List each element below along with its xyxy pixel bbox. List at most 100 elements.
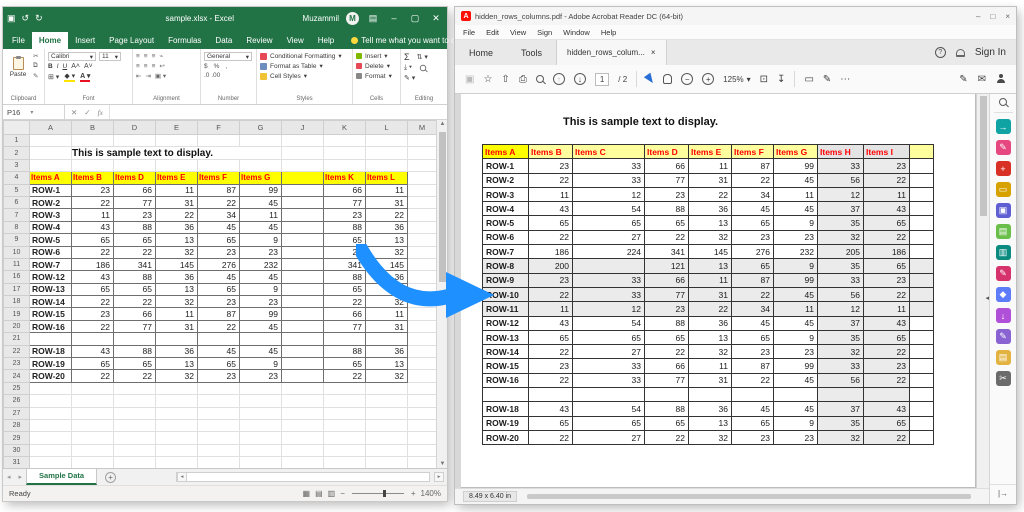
cell[interactable]: 36 bbox=[156, 345, 198, 357]
cell[interactable] bbox=[198, 444, 240, 456]
cell[interactable]: 22 bbox=[72, 196, 114, 208]
cell[interactable] bbox=[408, 258, 437, 270]
cell[interactable] bbox=[240, 419, 282, 431]
fx-icon[interactable]: fx bbox=[98, 108, 103, 117]
column-header[interactable]: B bbox=[72, 121, 114, 135]
cell[interactable] bbox=[240, 395, 282, 407]
cell[interactable]: ROW-14 bbox=[30, 296, 72, 308]
hand-tool-icon[interactable] bbox=[663, 74, 672, 84]
cell[interactable] bbox=[30, 457, 72, 468]
cell[interactable]: 88 bbox=[114, 271, 156, 283]
cell[interactable]: 11 bbox=[156, 184, 198, 196]
cell[interactable] bbox=[114, 395, 156, 407]
cell[interactable] bbox=[408, 283, 437, 295]
cell[interactable] bbox=[282, 407, 324, 419]
cell[interactable] bbox=[30, 444, 72, 456]
cell[interactable]: Items B bbox=[72, 172, 114, 184]
cell[interactable]: 43 bbox=[72, 345, 114, 357]
cell[interactable] bbox=[408, 333, 437, 345]
cell[interactable]: ROW-2 bbox=[30, 196, 72, 208]
cell[interactable]: 23 bbox=[198, 246, 240, 258]
cell[interactable]: 22 bbox=[114, 296, 156, 308]
menu-window[interactable]: Window bbox=[563, 28, 590, 37]
row-header[interactable]: 18 bbox=[4, 296, 30, 308]
cell[interactable] bbox=[408, 246, 437, 258]
undo-icon[interactable]: ↺ bbox=[22, 13, 30, 24]
cell[interactable] bbox=[114, 419, 156, 431]
cell[interactable]: 45 bbox=[240, 221, 282, 233]
cell[interactable] bbox=[366, 419, 408, 431]
page-fit-icon[interactable]: ⊡ bbox=[760, 74, 768, 85]
currency-icon[interactable]: $ bbox=[204, 63, 208, 70]
cell[interactable] bbox=[72, 419, 114, 431]
cell[interactable]: 23 bbox=[240, 246, 282, 258]
row-header[interactable]: 22 bbox=[4, 345, 30, 357]
cell[interactable] bbox=[240, 457, 282, 468]
row-header[interactable]: 10 bbox=[4, 246, 30, 258]
column-header[interactable]: M bbox=[408, 121, 437, 135]
search-icon[interactable] bbox=[536, 75, 544, 83]
page-break-view-icon[interactable]: ▥ bbox=[328, 489, 336, 498]
select-all-corner[interactable] bbox=[4, 121, 30, 135]
align-right-icon[interactable]: ≡ bbox=[152, 63, 156, 70]
page-width-icon[interactable]: ↧ bbox=[777, 74, 785, 85]
cell[interactable] bbox=[72, 444, 114, 456]
cell[interactable] bbox=[72, 395, 114, 407]
cell[interactable] bbox=[156, 135, 198, 147]
cell[interactable]: 88 bbox=[324, 271, 366, 283]
cell[interactable] bbox=[366, 432, 408, 444]
cell[interactable] bbox=[114, 432, 156, 444]
cell[interactable]: Items A bbox=[30, 172, 72, 184]
cell[interactable]: ROW-20 bbox=[30, 370, 72, 382]
cell[interactable] bbox=[366, 444, 408, 456]
cell[interactable] bbox=[408, 221, 437, 233]
minimize-icon[interactable]: – bbox=[387, 13, 401, 23]
cell[interactable] bbox=[324, 432, 366, 444]
profile-icon[interactable] bbox=[996, 74, 1006, 84]
cell[interactable] bbox=[408, 172, 437, 184]
cell[interactable] bbox=[156, 444, 198, 456]
cell[interactable] bbox=[282, 333, 324, 345]
find-select-icon[interactable] bbox=[420, 65, 426, 71]
cell[interactable]: 65 bbox=[72, 283, 114, 295]
cell[interactable] bbox=[282, 419, 324, 431]
cell[interactable]: 99 bbox=[240, 308, 282, 320]
cell[interactable] bbox=[282, 271, 324, 283]
cell[interactable] bbox=[324, 419, 366, 431]
search-icon[interactable] bbox=[999, 98, 1007, 106]
select-tool-icon[interactable] bbox=[644, 73, 656, 86]
cell[interactable] bbox=[72, 432, 114, 444]
excel-horizontal-scrollbar[interactable]: ◂ bbox=[176, 472, 430, 482]
cell[interactable] bbox=[408, 196, 437, 208]
decimal-icons[interactable]: .0 .00 bbox=[204, 72, 220, 79]
scroll-down-icon[interactable]: ▼ bbox=[437, 461, 447, 467]
cell[interactable]: 9 bbox=[240, 234, 282, 246]
cell[interactable]: 45 bbox=[240, 320, 282, 332]
cell[interactable] bbox=[282, 457, 324, 468]
cell[interactable] bbox=[282, 395, 324, 407]
cell[interactable] bbox=[324, 395, 366, 407]
cell[interactable]: 22 bbox=[198, 196, 240, 208]
cell[interactable]: 32 bbox=[366, 246, 408, 258]
cell[interactable]: 36 bbox=[366, 271, 408, 283]
request-sign-icon[interactable]: ▤ bbox=[996, 350, 1011, 365]
cell[interactable] bbox=[408, 184, 437, 196]
cell[interactable]: ROW-6 bbox=[30, 246, 72, 258]
cell[interactable] bbox=[408, 358, 437, 370]
cell[interactable] bbox=[282, 258, 324, 270]
cell[interactable] bbox=[198, 395, 240, 407]
cell[interactable] bbox=[282, 345, 324, 357]
cell[interactable]: 22 bbox=[114, 246, 156, 258]
cell[interactable]: 43 bbox=[72, 271, 114, 283]
font-grow-icon[interactable]: A˄ bbox=[71, 63, 80, 70]
row-header[interactable]: 3 bbox=[4, 159, 30, 171]
cell[interactable]: ROW-1 bbox=[30, 184, 72, 196]
cell[interactable]: ROW-12 bbox=[30, 271, 72, 283]
cell[interactable]: 36 bbox=[156, 221, 198, 233]
format-button[interactable]: Format bbox=[365, 73, 386, 80]
cell[interactable] bbox=[282, 209, 324, 221]
cell[interactable]: 65 bbox=[198, 283, 240, 295]
cell[interactable]: 88 bbox=[114, 345, 156, 357]
cell[interactable] bbox=[72, 159, 114, 171]
row-header[interactable]: 16 bbox=[4, 271, 30, 283]
